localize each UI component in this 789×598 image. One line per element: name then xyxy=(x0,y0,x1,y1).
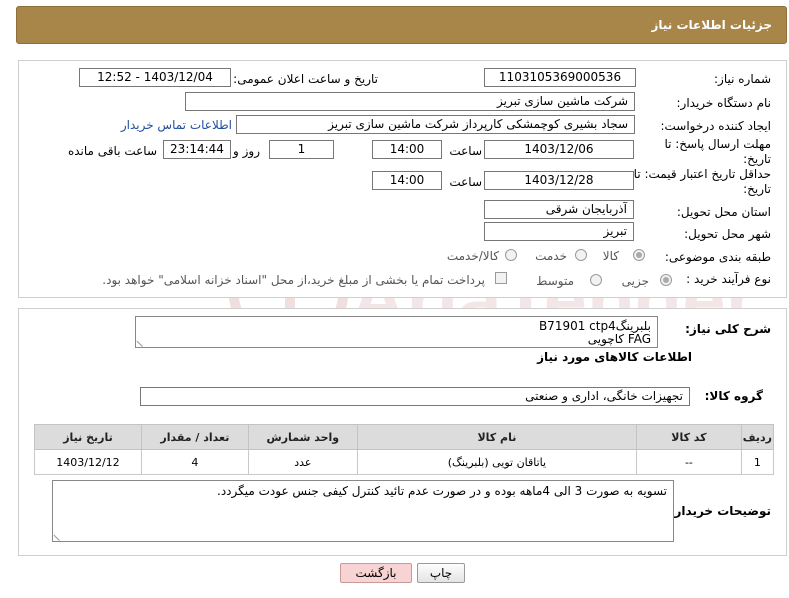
summary-line-2: FAG کاچویی xyxy=(587,332,651,346)
goods-group-label: گروه کالا: xyxy=(704,389,763,403)
category-service-label: خدمت xyxy=(535,249,567,263)
cell-row-number: 1 xyxy=(740,449,775,475)
remaining-label: ساعت باقی مانده xyxy=(67,144,157,158)
col-unit: واحد شمارش xyxy=(247,424,358,450)
cell-goods-code: -- xyxy=(636,449,742,475)
col-row-number: ردیف xyxy=(740,424,775,450)
deadline-time-label: ساعت xyxy=(449,144,482,158)
need-number-field[interactable]: 1103105369000536 xyxy=(484,68,636,87)
category-both-label: کالا/خدمت xyxy=(446,249,499,263)
validity-label: حداقل تاریخ اعتبار قیمت: تا تاریخ: xyxy=(633,167,771,196)
treasury-payment-checkbox[interactable] xyxy=(495,272,507,284)
summary-line-1: بلبرینگB71901 ctp4 xyxy=(538,319,651,333)
deadline-date-field[interactable]: 1403/12/06 xyxy=(484,140,634,159)
days-label: روز و xyxy=(233,144,260,158)
col-need-date: تاریخ نیاز xyxy=(34,424,142,450)
cell-quantity: 4 xyxy=(140,449,249,475)
deadline-label: مهلت ارسال پاسخ: تا تاریخ: xyxy=(664,137,771,166)
purchase-medium-radio[interactable] xyxy=(590,274,602,286)
category-service-radio[interactable] xyxy=(575,249,587,261)
province-label: استان محل تحویل: xyxy=(676,205,771,219)
validity-time-label: ساعت xyxy=(449,175,482,189)
validity-date-field[interactable]: 1403/12/28 xyxy=(484,171,634,190)
buyer-notes-text: تسویه به صورت 3 الی 4ماهه بوده و در صورت… xyxy=(217,484,667,498)
cell-unit: عدد xyxy=(247,449,358,475)
buyer-contact-link[interactable]: اطلاعات تماس خریدار xyxy=(121,118,232,132)
cell-goods-name: یاتاقان تویی (بلبرینگ) xyxy=(356,449,638,475)
purchase-small-radio[interactable] xyxy=(660,274,672,286)
treasury-payment-note: پرداخت تمام یا بخشی از مبلغ خرید،از محل … xyxy=(102,273,485,287)
creator-label: ایجاد کننده درخواست: xyxy=(660,119,771,133)
validity-time-field[interactable]: 14:00 xyxy=(372,171,442,190)
need-number-label: شماره نیاز: xyxy=(714,72,771,86)
back-button[interactable]: بازگشت xyxy=(340,563,412,583)
page-header: جزئیات اطلاعات نیاز xyxy=(16,6,787,44)
purchase-small-label: جزیی xyxy=(621,274,649,288)
buyer-notes-textarea[interactable]: تسویه به صورت 3 الی 4ماهه بوده و در صورت… xyxy=(52,480,674,542)
col-goods-code: کد کالا xyxy=(636,424,742,450)
days-field[interactable]: 1 xyxy=(269,140,334,159)
goods-info-title: اطلاعات کالاهای مورد نیاز xyxy=(537,350,692,364)
col-quantity: تعداد / مقدار xyxy=(140,424,249,450)
announce-date-field[interactable]: 1403/12/04 - 12:52 xyxy=(79,68,231,87)
goods-group-field[interactable]: تجهیزات خانگی، اداری و صنعتی xyxy=(140,387,690,406)
page-title: جزئیات اطلاعات نیاز xyxy=(651,18,772,32)
purchase-medium-label: متوسط xyxy=(536,274,574,288)
category-goods-label: کالا xyxy=(602,249,619,263)
print-button[interactable]: چاپ xyxy=(417,563,465,583)
creator-field[interactable]: سجاد بشیری کوچمشکی کارپرداز شرکت ماشین س… xyxy=(236,115,635,134)
goods-table: ردیف کد کالا نام کالا واحد شمارش تعداد /… xyxy=(34,424,775,475)
table-header-row: ردیف کد کالا نام کالا واحد شمارش تعداد /… xyxy=(34,424,775,450)
category-both-radio[interactable] xyxy=(505,249,517,261)
cell-need-date: 1403/12/12 xyxy=(34,449,142,475)
category-goods-radio[interactable] xyxy=(633,249,645,261)
announce-date-label: تاریخ و ساعت اعلان عمومی: xyxy=(233,72,378,86)
table-row[interactable]: 1 -- یاتاقان تویی (بلبرینگ) عدد 4 1403/1… xyxy=(34,449,775,475)
city-label: شهر محل تحویل: xyxy=(684,227,771,241)
col-goods-name: نام کالا xyxy=(356,424,638,450)
city-field[interactable]: تبریز xyxy=(484,222,634,241)
deadline-time-field[interactable]: 14:00 xyxy=(372,140,442,159)
resize-handle-icon[interactable] xyxy=(53,528,66,542)
buyer-org-label: نام دستگاه خریدار: xyxy=(676,96,772,110)
summary-label: شرح کلی نیاز: xyxy=(685,322,771,336)
category-label: طبقه بندی موضوعی: xyxy=(664,250,771,264)
buyer-org-field[interactable]: شرکت ماشین سازی تبریز xyxy=(185,92,635,111)
province-field[interactable]: آذربایجان شرقی xyxy=(484,200,634,219)
buyer-notes-label: توضیحات خریدار: xyxy=(669,504,771,518)
summary-textarea[interactable]: بلبرینگB71901 ctp4 FAG کاچویی xyxy=(135,316,658,348)
purchase-type-label: نوع فرآیند خرید : xyxy=(686,272,771,286)
remaining-time-field[interactable]: 23:14:44 xyxy=(163,140,231,159)
